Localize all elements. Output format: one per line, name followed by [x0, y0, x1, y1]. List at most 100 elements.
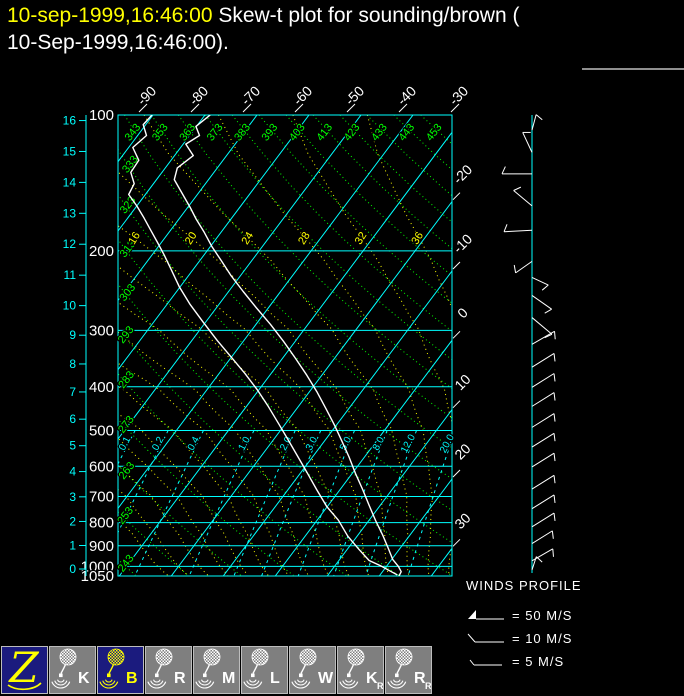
svg-text:-30: -30	[446, 83, 472, 109]
svg-text:-60: -60	[290, 83, 316, 109]
legend-item-50ms: = 50 M/S	[466, 604, 582, 627]
svg-text:-50: -50	[342, 83, 368, 109]
svg-text:100: 100	[89, 107, 114, 124]
svg-text:-80: -80	[186, 83, 212, 109]
toolbar-button-kr[interactable]: KR	[337, 646, 384, 694]
svg-text:263: 263	[117, 460, 138, 482]
svg-text:3: 3	[69, 490, 76, 504]
svg-text:393: 393	[260, 122, 281, 144]
svg-text:12.0: 12.0	[399, 432, 418, 455]
svg-text:0: 0	[454, 304, 471, 321]
svg-text:36: 36	[409, 230, 426, 247]
svg-text:423: 423	[342, 122, 363, 144]
svg-text:12: 12	[63, 237, 77, 251]
svg-text:28: 28	[296, 230, 313, 247]
svg-text:6: 6	[69, 412, 76, 426]
isotherm-lines	[0, 115, 684, 576]
radiosonde-balloon-icon: M	[194, 647, 239, 693]
svg-text:16: 16	[63, 114, 77, 128]
svg-text:11: 11	[64, 268, 77, 282]
wind-full-barb-icon	[466, 632, 508, 645]
radiosonde-balloon-icon: KR	[338, 647, 383, 693]
svg-text:1: 1	[69, 539, 76, 553]
toolbar-button-r[interactable]: R	[145, 646, 192, 694]
svg-text:373: 373	[205, 122, 226, 144]
svg-text:20: 20	[451, 440, 473, 462]
svg-text:15: 15	[63, 144, 77, 158]
toolbar-button-m[interactable]: M	[193, 646, 240, 694]
legend-label-10ms: = 10 M/S	[512, 631, 572, 646]
svg-text:243: 243	[116, 553, 137, 575]
svg-text:-40: -40	[394, 83, 420, 109]
toolbar-button-letter: M	[222, 670, 235, 687]
radiosonde-balloon-icon: W	[290, 647, 335, 693]
toolbar-button-b[interactable]: B	[97, 646, 144, 694]
plot-border	[118, 115, 452, 576]
svg-text:323: 323	[118, 194, 139, 216]
legend-item-5ms: = 5 M/S	[466, 650, 582, 673]
radiosonde-balloon-icon: RR	[386, 647, 431, 693]
wind-flag-icon	[466, 609, 508, 622]
svg-text:-20: -20	[450, 161, 476, 187]
svg-text:30: 30	[451, 509, 473, 531]
legend-item-10ms: = 10 M/S	[466, 627, 582, 650]
svg-text:600: 600	[89, 458, 114, 475]
toolbar-button-letter: R	[174, 670, 186, 687]
svg-text:453: 453	[424, 122, 445, 144]
dry-adiabat-lines	[0, 115, 684, 575]
toolbar-button-z[interactable]: Z	[1, 646, 48, 694]
dewpoint-trace	[129, 115, 398, 575]
toolbar: ZKBRMLWKRRR	[1, 646, 432, 694]
toolbar-button-w[interactable]: W	[289, 646, 336, 694]
svg-text:443: 443	[397, 122, 418, 144]
svg-text:-90: -90	[134, 83, 160, 109]
svg-text:13: 13	[63, 206, 77, 220]
svg-text:800: 800	[89, 515, 114, 532]
svg-text:353: 353	[150, 122, 171, 144]
svg-text:200: 200	[89, 243, 114, 260]
svg-text:900: 900	[89, 538, 114, 555]
svg-text:-10: -10	[450, 231, 476, 257]
svg-text:700: 700	[89, 489, 114, 506]
radiosonde-balloon-icon: K	[50, 647, 95, 693]
svg-text:303: 303	[117, 282, 138, 304]
temperature-axis-right: -20-100102030	[450, 161, 476, 546]
temperature-trace	[174, 115, 401, 576]
svg-text:-70: -70	[238, 83, 264, 109]
legend-label-50ms: = 50 M/S	[512, 608, 572, 623]
svg-text:5: 5	[69, 439, 76, 453]
svg-text:R: R	[377, 681, 383, 691]
isobar-lines	[118, 115, 452, 576]
svg-text:293: 293	[116, 324, 137, 346]
svg-text:10: 10	[63, 299, 77, 313]
temperature-axis-top: -90 -80 -70 -60 -50 -40 -30	[134, 83, 472, 112]
svg-text:32: 32	[353, 230, 370, 247]
toolbar-button-rr[interactable]: RR	[385, 646, 432, 694]
radiosonde-balloon-icon: L	[242, 647, 287, 693]
svg-text:20: 20	[183, 230, 200, 247]
svg-text:14: 14	[63, 175, 77, 189]
radiosonde-balloon-icon: R	[146, 647, 191, 693]
svg-text:7: 7	[69, 385, 76, 399]
radiosonde-balloon-icon: B	[98, 647, 143, 693]
svg-text:R: R	[425, 681, 431, 691]
svg-text:433: 433	[369, 122, 390, 144]
sounding-traces	[129, 115, 402, 576]
svg-text:413: 413	[314, 122, 335, 144]
toolbar-button-letter: B	[126, 670, 138, 687]
grid-line-labels: 2432532632732832933033133233333433533633…	[115, 122, 457, 575]
toolbar-button-l[interactable]: L	[241, 646, 288, 694]
wind-profile	[502, 115, 555, 573]
svg-text:363: 363	[177, 122, 198, 144]
toolbar-button-k[interactable]: K	[49, 646, 96, 694]
winds-profile-title: WINDS PROFILE	[466, 578, 582, 593]
legend-label-5ms: = 5 M/S	[512, 654, 564, 669]
svg-text:2: 2	[69, 514, 76, 528]
svg-text:24: 24	[240, 230, 257, 247]
winds-profile-legend: WINDS PROFILE = 50 M/S = 10 M/S = 5 M/S	[466, 578, 582, 673]
svg-text:Z: Z	[7, 647, 39, 692]
height-axis: 012345678910111213141516	[63, 114, 86, 576]
toolbar-button-letter: K	[78, 670, 90, 687]
zeus-logo-icon: Z	[2, 647, 47, 693]
wind-half-barb-icon	[466, 655, 508, 668]
